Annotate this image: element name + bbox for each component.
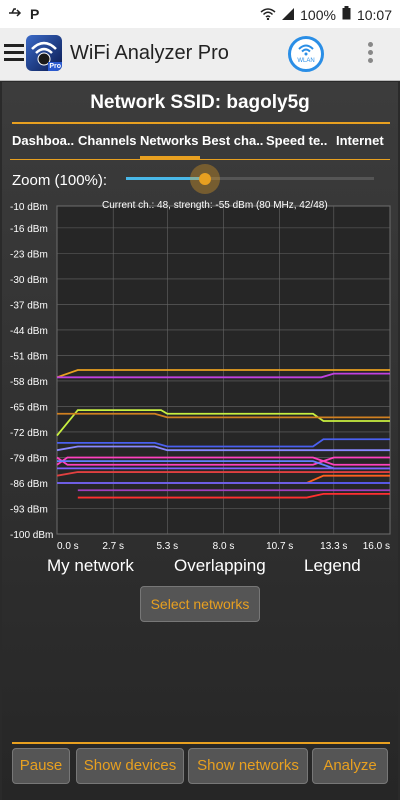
wlan-button[interactable]: WLAN	[288, 36, 324, 72]
y-tick-label: -72 dBm	[10, 428, 48, 439]
pause-button[interactable]: Pause	[12, 748, 70, 784]
overflow-menu-icon[interactable]	[368, 42, 374, 66]
tab-internet[interactable]: Internet	[336, 132, 392, 156]
app-bar: Pro WiFi Analyzer Pro WLAN	[0, 28, 400, 81]
analyze-button[interactable]: Analyze	[312, 748, 388, 784]
show-networks-button[interactable]: Show networks	[188, 748, 308, 784]
y-tick-label: -44 dBm	[10, 326, 48, 337]
x-tick-label: 13.3 s	[320, 541, 347, 552]
y-tick-label: -93 dBm	[10, 504, 48, 515]
battery-icon	[342, 6, 351, 23]
current-channel-info: Current ch.: 48, strength: -55 dBm (80 M…	[102, 200, 328, 211]
x-tick-label: 16.0 s	[363, 541, 390, 552]
app-title: WiFi Analyzer Pro	[70, 42, 229, 64]
p-notification-icon: P	[30, 6, 40, 22]
main-panel: Network SSID: bagoly5g Dashboa.. Channel…	[2, 82, 398, 800]
y-tick-label: -86 dBm	[10, 479, 48, 490]
network-ssid-title: Network SSID: bagoly5g	[90, 92, 310, 113]
wlan-label: WLAN	[297, 58, 315, 64]
pro-badge: Pro	[49, 63, 61, 70]
y-tick-label: -30 dBm	[10, 275, 48, 286]
y-tick-label: -23 dBm	[10, 249, 48, 260]
bottom-divider	[12, 742, 390, 744]
tab-divider	[10, 159, 390, 160]
show-devices-button[interactable]: Show devices	[76, 748, 184, 784]
zoom-slider-thumb[interactable]	[190, 164, 221, 194]
zoom-label: Zoom (100%):	[12, 172, 108, 189]
x-tick-label: 10.7 s	[266, 541, 293, 552]
y-tick-label: -16 dBm	[10, 224, 48, 235]
y-tick-label: -79 dBm	[10, 453, 48, 464]
title-divider	[12, 122, 390, 124]
battery-level: 100%	[300, 6, 336, 23]
tab-speed-test[interactable]: Speed te..	[266, 132, 332, 156]
y-tick-label: -51 dBm	[10, 351, 48, 362]
clock: 10:07	[356, 6, 392, 23]
select-networks-button[interactable]: Select networks	[140, 586, 260, 622]
x-tick-label: 0.0 s	[57, 541, 79, 552]
tab-best-channel[interactable]: Best cha..	[202, 132, 264, 156]
signal-strength-chart: -10 dBm -16 dBm -23 dBm -30 dBm -37 dBm -44 d…	[10, 202, 391, 552]
x-tick-label: 2.7 s	[102, 541, 124, 552]
status-bar: P 100% 10:07	[0, 0, 400, 28]
y-tick-label: -65 dBm	[10, 402, 48, 413]
wifi-signal-icon	[260, 7, 276, 23]
tab-dashboard[interactable]: Dashboa..	[12, 132, 76, 156]
x-tick-label: 5.3 s	[156, 541, 178, 552]
overlapping-toggle[interactable]: Overlapping	[174, 556, 266, 576]
y-tick-label: -37 dBm	[10, 300, 48, 311]
x-tick-label: 8.0 s	[213, 541, 235, 552]
tab-bar: Dashboa.. Channels Networks Best cha.. S…	[10, 132, 394, 159]
app-logo: Pro	[26, 35, 62, 71]
y-tick-label: -10 dBm	[10, 202, 48, 213]
hamburger-menu-icon[interactable]	[4, 44, 24, 61]
y-tick-label: -100 dBm	[10, 530, 53, 541]
tab-networks[interactable]: Networks	[140, 132, 200, 159]
y-tick-label: -58 dBm	[10, 377, 48, 388]
tab-channels[interactable]: Channels	[78, 132, 138, 156]
my-network-toggle[interactable]: My network	[47, 556, 134, 576]
cell-signal-icon	[282, 7, 295, 23]
usb-icon	[8, 6, 22, 22]
legend-toggle[interactable]: Legend	[304, 556, 361, 576]
